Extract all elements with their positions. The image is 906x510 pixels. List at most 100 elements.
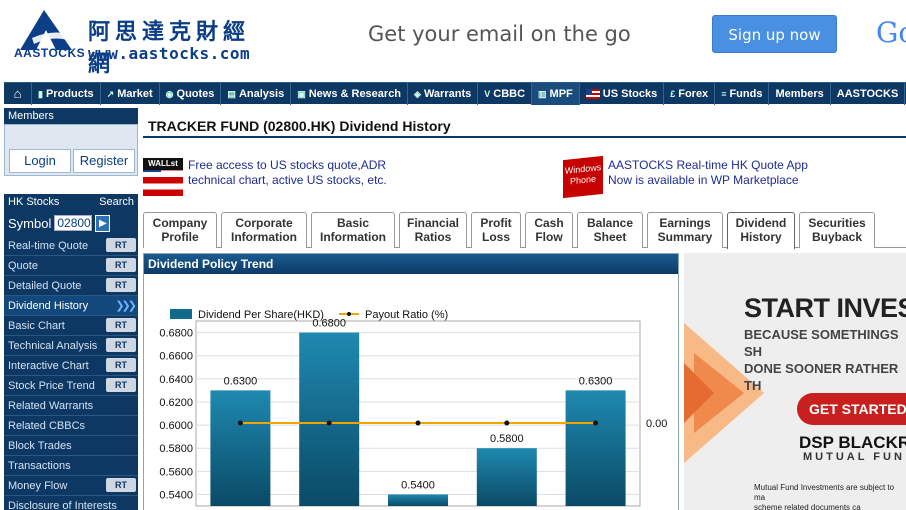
y-tick-label: 0.6000 bbox=[159, 420, 193, 432]
sidebar-item-money-flow[interactable]: Money Flow RT bbox=[4, 476, 138, 496]
tab-earnings-summary[interactable]: Earnings Summary bbox=[647, 212, 723, 248]
sidebar-item-label: Transactions bbox=[8, 460, 71, 472]
tab-corporate-information[interactable]: Corporate Information bbox=[221, 212, 307, 248]
nav-cbbc[interactable]: V CBBC bbox=[478, 83, 533, 105]
sidebar-item-block-trades[interactable]: Block Trades bbox=[4, 436, 138, 456]
rt-badge[interactable]: RT bbox=[106, 258, 136, 272]
y-tick-label: 0.6200 bbox=[159, 397, 193, 409]
ad-brand-sublogo: MUTUAL FUN bbox=[803, 451, 905, 463]
windows-phone-promo[interactable]: Windows Phone AASTOCKS Real-time HK Quot… bbox=[563, 155, 808, 199]
quote-icon: ◉ bbox=[165, 89, 174, 99]
symbol-label: Symbol bbox=[8, 215, 52, 231]
aastocks-logo[interactable]: AASTOCKS 阿思達克財經網 www.aastocks.com bbox=[6, 4, 256, 78]
windows-phone-icon: Windows Phone bbox=[563, 155, 603, 199]
wallst-promo[interactable]: WALLst Free access to US stocks quote,AD… bbox=[143, 158, 387, 198]
hk-stocks-title: HK Stocks Search bbox=[4, 194, 138, 210]
sidebar-item-transactions[interactable]: Transactions bbox=[4, 456, 138, 476]
tab-cash-flow[interactable]: Cash Flow bbox=[525, 212, 573, 248]
legend-line-marker bbox=[347, 312, 351, 316]
sidebar-item-real-time-quote[interactable]: Real-time Quote RT bbox=[4, 236, 138, 256]
bar-value-label: 0.5800 bbox=[490, 433, 524, 445]
symbol-go-button[interactable]: ▶ bbox=[95, 214, 111, 232]
rt-badge[interactable]: RT bbox=[106, 358, 136, 372]
nav-quotes[interactable]: ◉ Quotes bbox=[160, 83, 222, 105]
nav-members[interactable]: Members bbox=[769, 83, 831, 105]
nav-products[interactable]: ▮ Products bbox=[32, 83, 101, 105]
home-icon[interactable]: ⌂ bbox=[4, 83, 32, 105]
sidebar-item-label: Related CBBCs bbox=[8, 420, 86, 432]
sidebar-item-label: Related Warrants bbox=[8, 400, 94, 412]
wallst-promo-text[interactable]: Free access to US stocks quote,ADR techn… bbox=[188, 158, 387, 198]
signup-button[interactable]: Sign up now bbox=[712, 15, 837, 53]
sidebar-item-related-warrants[interactable]: Related Warrants bbox=[4, 396, 138, 416]
y-tick-label: 0.6800 bbox=[159, 328, 193, 340]
tab-financial-ratios[interactable]: Financial Ratios bbox=[399, 212, 467, 248]
funds-icon: ≡ bbox=[721, 89, 727, 99]
chevron-right-icon: ❯❯❯ bbox=[115, 300, 137, 312]
rt-badge[interactable]: RT bbox=[106, 378, 136, 392]
tab-profit-loss[interactable]: Profit Loss bbox=[471, 212, 521, 248]
nav-us-stocks[interactable]: US Stocks bbox=[580, 83, 665, 105]
sidebar-item-quote[interactable]: Quote RT bbox=[4, 256, 138, 276]
nav-mpf[interactable]: ▥ MPF bbox=[532, 83, 580, 105]
sidebar-item-technical-analysis[interactable]: Technical Analysis RT bbox=[4, 336, 138, 356]
y-tick-label: 0.6400 bbox=[159, 374, 193, 386]
tab-company-profile[interactable]: Company Profile bbox=[143, 212, 217, 248]
members-box: Login Register bbox=[4, 124, 138, 176]
sidebar-item-label: Block Trades bbox=[8, 440, 72, 452]
sidebar-item-related-cbbcs[interactable]: Related CBBCs bbox=[4, 416, 138, 436]
nav-forex[interactable]: £ Forex bbox=[664, 83, 716, 105]
sidebar-item-disclosure-of-interests[interactable]: Disclosure of Interests bbox=[4, 496, 138, 510]
nav-analysis[interactable]: ▤ Analysis bbox=[221, 83, 292, 105]
bar-2007-12 bbox=[210, 390, 271, 506]
stock-menu: Real-time Quote RT Quote RT Detailed Quote RT… bbox=[4, 236, 138, 510]
rt-badge[interactable]: RT bbox=[106, 318, 136, 332]
warrant-icon: ◈ bbox=[414, 89, 421, 99]
legend-bar-label: Dividend Per Share(HKD) bbox=[198, 309, 324, 321]
sidebar-item-label: Interactive Chart bbox=[8, 360, 89, 372]
banner-ad-partial-logo[interactable]: Go bbox=[876, 16, 906, 49]
news-icon: ▣ bbox=[297, 89, 306, 99]
tab-basic-information[interactable]: Basic Information bbox=[311, 212, 395, 248]
sidebar-item-dividend-history[interactable]: Dividend History ❯❯❯ bbox=[4, 296, 138, 316]
rt-badge[interactable]: RT bbox=[106, 278, 136, 292]
bar-2011-12 bbox=[565, 390, 626, 506]
sidebar-item-stock-price-trend[interactable]: Stock Price Trend RT bbox=[4, 376, 138, 396]
tab-balance-sheet[interactable]: Balance Sheet bbox=[577, 212, 643, 248]
chart-panel-title: Dividend Policy Trend bbox=[144, 254, 678, 274]
members-title: Members bbox=[4, 108, 138, 124]
legend-bar-swatch bbox=[170, 309, 192, 319]
payout-ratio-point bbox=[593, 420, 599, 426]
nav-aastocks[interactable]: AASTOCKS bbox=[831, 83, 906, 105]
sidebar-item-label: Technical Analysis bbox=[8, 340, 98, 352]
payout-ratio-point bbox=[415, 420, 421, 426]
symbol-row: Symbol ▶ bbox=[4, 210, 138, 236]
banner-ad-text[interactable]: Get your email on the go bbox=[368, 22, 631, 46]
symbol-input[interactable] bbox=[54, 215, 93, 231]
nav-funds[interactable]: ≡ Funds bbox=[715, 83, 770, 105]
dsp-blackrock-ad[interactable]: START INVEST BECAUSE SOMETHINGS SH DONE … bbox=[684, 253, 906, 510]
rt-badge[interactable]: RT bbox=[106, 238, 136, 252]
arrow-icon: ↗ bbox=[106, 89, 115, 99]
sidebar-item-basic-chart[interactable]: Basic Chart RT bbox=[4, 316, 138, 336]
y-tick-label: 0.5400 bbox=[159, 489, 193, 501]
rt-badge[interactable]: RT bbox=[106, 338, 136, 352]
y-tick-label: 0.6600 bbox=[159, 351, 193, 363]
sidebar-item-interactive-chart[interactable]: Interactive Chart RT bbox=[4, 356, 138, 376]
rt-badge[interactable]: RT bbox=[106, 478, 136, 492]
nav-warrants[interactable]: ◈ Warrants bbox=[408, 83, 479, 105]
login-button[interactable]: Login bbox=[9, 149, 71, 173]
nav-market[interactable]: ↗ Market bbox=[101, 83, 160, 105]
windows-phone-promo-text[interactable]: AASTOCKS Real-time HK Quote App Now is a… bbox=[608, 158, 808, 198]
sidebar-item-label: Basic Chart bbox=[8, 320, 65, 332]
register-button[interactable]: Register bbox=[73, 149, 135, 173]
ad-get-started-button[interactable]: GET STARTED bbox=[797, 393, 906, 425]
sidebar-item-detailed-quote[interactable]: Detailed Quote RT bbox=[4, 276, 138, 296]
bar-value-label: 0.6800 bbox=[312, 318, 346, 330]
payout-ratio-point bbox=[504, 420, 510, 426]
nav-news-research[interactable]: ▣ News & Research bbox=[291, 83, 409, 105]
site-header: AASTOCKS 阿思達克財經網 www.aastocks.com Get yo… bbox=[0, 0, 906, 82]
tab-dividend-history[interactable]: Dividend History bbox=[727, 212, 795, 249]
search-link[interactable]: Search bbox=[99, 194, 134, 210]
tab-securities-buyback[interactable]: Securities Buyback bbox=[799, 212, 875, 248]
